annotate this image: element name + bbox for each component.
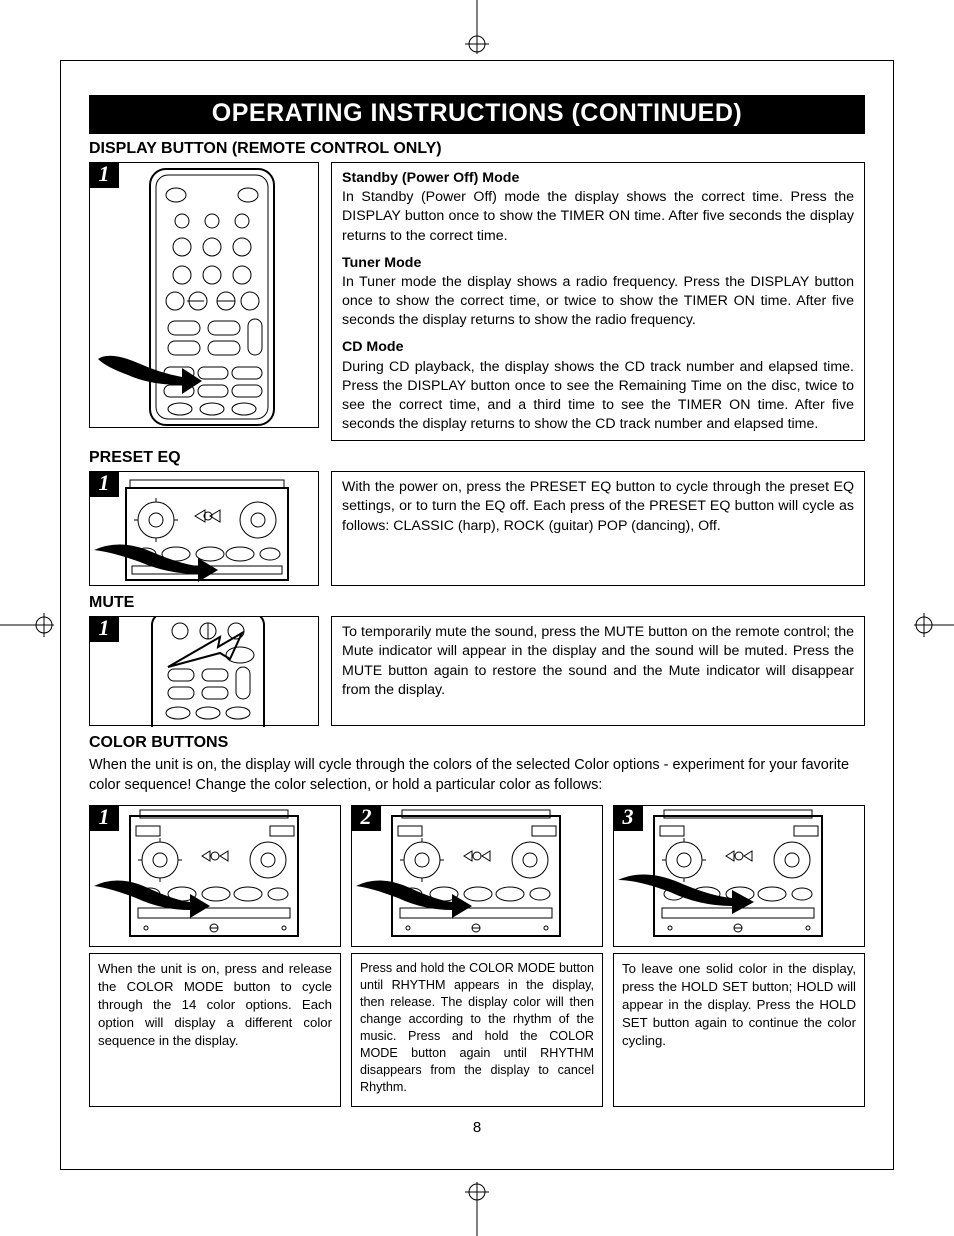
color-intro: When the unit is on, the display will cy… — [89, 756, 865, 795]
remote-control-partial-icon — [90, 617, 320, 727]
section-heading-color: COLOR BUTTONS — [89, 734, 865, 752]
eq-body: With the power on, press the PRESET EQ b… — [342, 478, 854, 536]
illustration-device-color-2: 2 — [351, 805, 603, 947]
color-step-3-text: To leave one solid color in the display,… — [613, 953, 865, 1107]
crop-mark-bottom — [457, 1182, 497, 1236]
mute-body: To temporarily mute the sound, press the… — [342, 623, 854, 700]
step-badge: 1 — [89, 805, 119, 831]
crop-mark-right — [914, 605, 954, 645]
mode-title-standby: Standby (Power Off) Mode — [342, 169, 854, 188]
page-title: OPERATING INSTRUCTIONS (CONTINUED) — [89, 95, 865, 134]
section-heading-eq: PRESET EQ — [89, 449, 865, 467]
stereo-device-icon — [90, 472, 320, 587]
remote-control-icon — [90, 163, 320, 429]
mode-title-cd: CD Mode — [342, 338, 854, 357]
step-badge: 3 — [613, 805, 643, 831]
illustration-remote-mute: 1 — [89, 616, 319, 726]
crop-mark-top — [457, 0, 497, 54]
mute-text-box: To temporarily mute the sound, press the… — [331, 616, 865, 726]
illustration-device-eq: 1 — [89, 471, 319, 586]
section-heading-display: DISPLAY BUTTON (REMOTE CONTROL ONLY) — [89, 140, 865, 158]
eq-text-box: With the power on, press the PRESET EQ b… — [331, 471, 865, 586]
page-number: 8 — [89, 1119, 865, 1136]
step-badge: 2 — [351, 805, 381, 831]
display-text-box: Standby (Power Off) Mode In Standby (Pow… — [331, 162, 865, 441]
section-heading-mute: MUTE — [89, 594, 865, 612]
stereo-device-icon — [352, 806, 592, 948]
mode-title-tuner: Tuner Mode — [342, 254, 854, 273]
stereo-device-icon — [90, 806, 330, 948]
illustration-device-color-3: 3 — [613, 805, 865, 947]
stereo-device-icon — [614, 806, 854, 948]
color-step-2-text: Press and hold the COLOR MODE button unt… — [351, 953, 603, 1107]
illustration-device-color-1: 1 — [89, 805, 341, 947]
illustration-remote-display: 1 — [89, 162, 319, 428]
mode-body-standby: In Standby (Power Off) mode the display … — [342, 188, 854, 246]
step-badge: 1 — [89, 616, 119, 642]
page-frame: OPERATING INSTRUCTIONS (CONTINUED) DISPL… — [60, 60, 894, 1170]
step-badge: 1 — [89, 162, 119, 188]
mode-body-cd: During CD playback, the display shows th… — [342, 358, 854, 435]
mode-body-tuner: In Tuner mode the display shows a radio … — [342, 273, 854, 331]
crop-mark-left — [0, 605, 54, 645]
step-badge: 1 — [89, 471, 119, 497]
color-step-1-text: When the unit is on, press and release t… — [89, 953, 341, 1107]
